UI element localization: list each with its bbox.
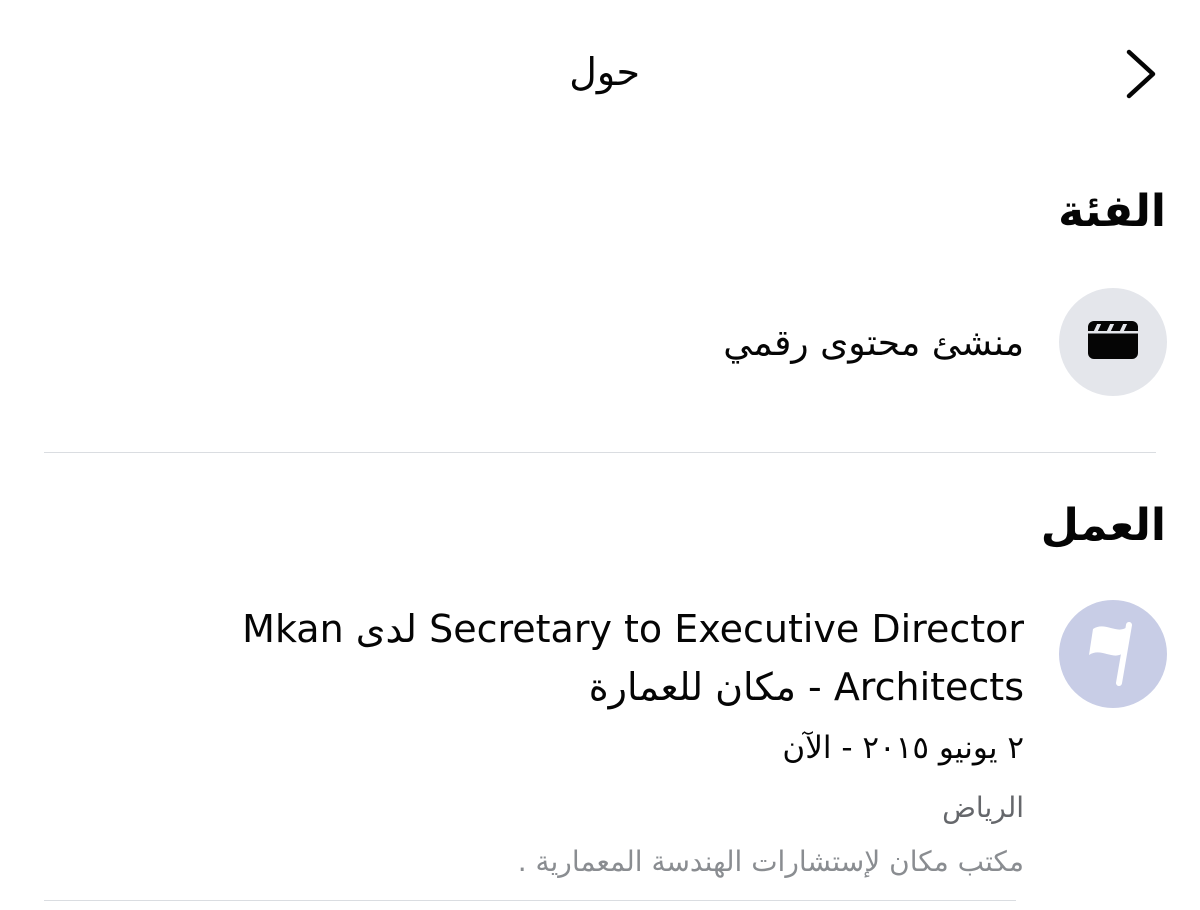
work-description: مكتب مكان لإستشارات الهندسة المعمارية . [517,845,1024,878]
work-title: Secretary to Executive Director لدى Mkan… [242,607,1024,709]
page-title: حول [569,50,640,94]
category-value: منشئ محتوى رقمي [723,323,1024,364]
work-entry[interactable]: Secretary to Executive Director لدى Mkan… [124,600,1024,882]
work-heading: العمل [1040,500,1166,551]
work-location: الرياض [942,791,1024,824]
section-divider [44,452,1156,453]
category-heading: الفئة [1058,186,1166,237]
work-divider [44,900,1016,901]
flag-icon [1083,617,1143,691]
back-button[interactable] [1120,48,1160,100]
clapperboard-icon [1087,320,1139,364]
work-icon-container [1059,600,1167,708]
chevron-right-icon [1120,48,1160,100]
work-dates: ٢ يونيو ٢٠١٥ - الآن [782,730,1024,766]
category-icon-container [1059,288,1167,396]
top-bar: حول [0,0,1200,140]
